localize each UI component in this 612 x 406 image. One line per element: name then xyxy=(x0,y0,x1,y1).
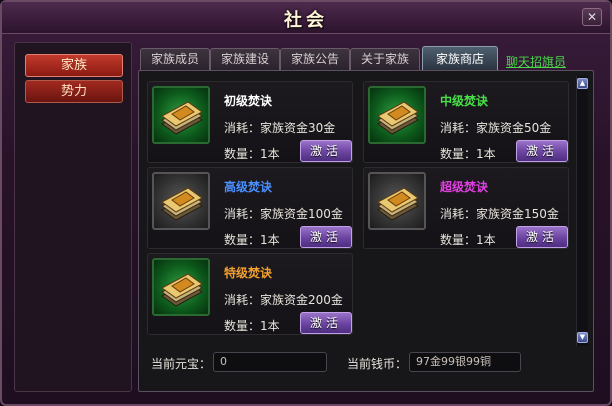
activate-button[interactable]: 激活 xyxy=(300,140,352,162)
book-icon[interactable] xyxy=(152,172,210,230)
tab-family-building[interactable]: 家族建设 xyxy=(210,48,280,70)
close-button[interactable]: ✕ xyxy=(582,8,602,26)
sidebar-item-faction[interactable]: 势力 xyxy=(25,80,123,103)
item-quantity: 数量：1本 xyxy=(224,319,280,333)
title-bar[interactable]: 社会 ✕ xyxy=(2,2,610,34)
item-cost: 消耗：家族资金150金 xyxy=(440,207,559,221)
recruit-chat-link[interactable]: 聊天招旗员 xyxy=(506,53,566,70)
tab-family-notice[interactable]: 家族公告 xyxy=(280,48,350,70)
book-stack-icon xyxy=(161,101,203,135)
shop-panel: 初级焚诀 消耗：家族资金30金 数量：1本 激活 中级焚诀 消耗：家族资金50金… xyxy=(138,70,594,392)
book-stack-icon xyxy=(377,101,419,135)
yuanbao-label: 当前元宝： xyxy=(151,357,212,371)
tab-family-members[interactable]: 家族成员 xyxy=(140,48,210,70)
shop-item-card: 超级焚诀 消耗：家族资金150金 数量：1本 激活 xyxy=(363,167,569,249)
item-name: 高级焚诀 xyxy=(224,180,273,194)
book-stack-icon xyxy=(161,273,203,307)
book-icon[interactable] xyxy=(152,258,210,316)
sidebar: 家族 势力 xyxy=(14,42,132,392)
item-quantity: 数量：1本 xyxy=(224,233,280,247)
tab-family-shop[interactable]: 家族商店 xyxy=(422,46,498,70)
yuanbao-field: 0 xyxy=(213,352,327,372)
scrollbar[interactable]: ▲ ▼ xyxy=(576,76,588,346)
book-icon[interactable] xyxy=(368,172,426,230)
activate-button[interactable]: 激活 xyxy=(516,140,568,162)
coins-label: 当前钱币： xyxy=(347,357,408,371)
scroll-down-icon[interactable]: ▼ xyxy=(577,332,588,343)
sidebar-item-family[interactable]: 家族 xyxy=(25,54,123,77)
item-quantity: 数量：1本 xyxy=(224,147,280,161)
activate-button[interactable]: 激活 xyxy=(300,226,352,248)
activate-button[interactable]: 激活 xyxy=(300,312,352,334)
shop-item-card: 中级焚诀 消耗：家族资金50金 数量：1本 激活 xyxy=(363,81,569,163)
item-name: 超级焚诀 xyxy=(440,180,489,194)
scroll-up-icon[interactable]: ▲ xyxy=(577,78,588,89)
activate-button[interactable]: 激活 xyxy=(516,226,568,248)
item-name: 初级焚诀 xyxy=(224,94,273,108)
item-cost: 消耗：家族资金30金 xyxy=(224,121,336,135)
tab-about-family[interactable]: 关于家族 xyxy=(350,48,420,70)
book-stack-icon xyxy=(377,187,419,221)
item-cost: 消耗：家族资金100金 xyxy=(224,207,343,221)
window-title: 社会 xyxy=(284,10,328,31)
item-name: 特级焚诀 xyxy=(224,266,273,280)
book-icon[interactable] xyxy=(368,86,426,144)
item-cost: 消耗：家族资金200金 xyxy=(224,293,343,307)
shop-item-card: 高级焚诀 消耗：家族资金100金 数量：1本 激活 xyxy=(147,167,353,249)
item-quantity: 数量：1本 xyxy=(440,147,496,161)
item-cost: 消耗：家族资金50金 xyxy=(440,121,552,135)
coins-field: 97金99银99铜 xyxy=(409,352,521,372)
book-icon[interactable] xyxy=(152,86,210,144)
book-stack-icon xyxy=(161,187,203,221)
item-quantity: 数量：1本 xyxy=(440,233,496,247)
shop-item-card: 特级焚诀 消耗：家族资金200金 数量：1本 激活 xyxy=(147,253,353,335)
society-window: 社会 ✕ 家族 势力 家族成员 家族建设 家族公告 关于家族 家族商店 聊天招旗… xyxy=(0,0,612,406)
shop-item-card: 初级焚诀 消耗：家族资金30金 数量：1本 激活 xyxy=(147,81,353,163)
item-name: 中级焚诀 xyxy=(440,94,489,108)
